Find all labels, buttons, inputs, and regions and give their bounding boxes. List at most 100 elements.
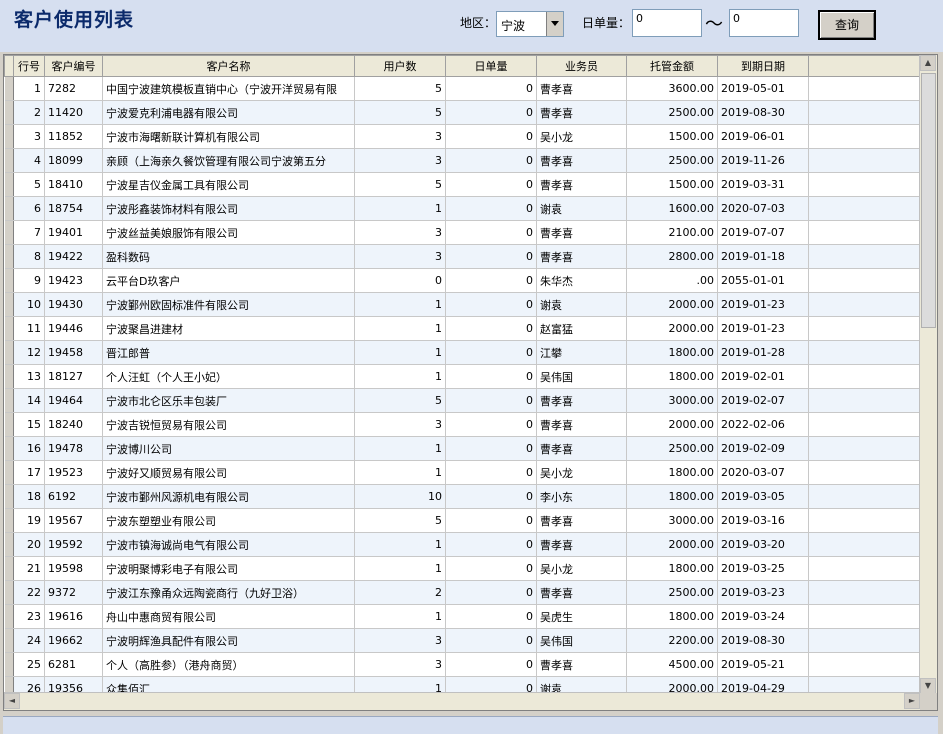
row-selector[interactable] <box>4 316 14 341</box>
row-selector[interactable] <box>4 172 14 197</box>
column-header[interactable]: 到期日期 <box>717 55 809 77</box>
table-cell: 5 <box>354 388 446 413</box>
table-row[interactable]: 8 19422 盈科数码 3 0 曹孝喜 2800.00 2019-01-18 <box>4 244 923 269</box>
table-cell: 1500.00 <box>626 172 718 197</box>
row-selector[interactable] <box>4 436 14 461</box>
table-row[interactable]: 10 19430 宁波鄞州欧固标准件有限公司 1 0 谢袁 2000.00 2019-01-2… <box>4 292 923 317</box>
row-selector[interactable] <box>4 388 14 413</box>
column-header[interactable]: 行号 <box>13 55 45 77</box>
row-filler <box>808 532 923 557</box>
scroll-down-button[interactable]: ▼ <box>920 678 936 694</box>
row-filler <box>808 388 923 413</box>
table-row[interactable]: 1 7282 中国宁波建筑模板直销中心（宁波开洋贸易有限 5 0 曹孝喜 3600.00 20… <box>4 76 923 101</box>
table-cell: 19464 <box>44 388 103 413</box>
scroll-up-button[interactable]: ▲ <box>920 55 936 71</box>
table-row[interactable]: 15 18240 宁波吉锐恒贸易有限公司 3 0 曹孝喜 2000.00 2022-02-06 <box>4 412 923 437</box>
scroll-right-button[interactable]: ► <box>904 693 920 709</box>
table-row[interactable]: 18 6192 宁波市鄞州风源机电有限公司 10 0 李小东 1800.00 2019-03-… <box>4 484 923 509</box>
region-select[interactable]: 宁波 <box>496 11 564 37</box>
table-row[interactable]: 2 11420 宁波爱克利浦电器有限公司 5 0 曹孝喜 2500.00 2019-08-30 <box>4 100 923 125</box>
table-row[interactable]: 22 9372 宁波江东豫甬众远陶瓷商行（九好卫浴） 2 0 曹孝喜 2500.00 2019… <box>4 580 923 605</box>
row-selector[interactable] <box>4 484 14 509</box>
table-row[interactable]: 3 11852 宁波市海曙新联计算机有限公司 3 0 吴小龙 1500.00 2019-06-… <box>4 124 923 149</box>
row-selector[interactable] <box>4 100 14 125</box>
row-filler <box>808 220 923 245</box>
column-header[interactable]: 业务员 <box>536 55 627 77</box>
table-cell: 2019-03-25 <box>717 556 809 581</box>
table-row[interactable]: 9 19423 云平台D玖客户 0 0 朱华杰 .00 2055-01-01 <box>4 268 923 293</box>
column-header[interactable]: 托管金额 <box>626 55 718 77</box>
row-selector[interactable] <box>4 340 14 365</box>
table-cell: 2500.00 <box>626 436 718 461</box>
query-button[interactable]: 查询 <box>818 10 876 40</box>
row-selector[interactable] <box>4 508 14 533</box>
table-row[interactable]: 14 19464 宁波市北仑区乐丰包装厂 5 0 曹孝喜 3000.00 2019-02-07 <box>4 388 923 413</box>
table-row[interactable]: 6 18754 宁波彤鑫装饰材料有限公司 1 0 谢袁 1600.00 2020-07-03 <box>4 196 923 221</box>
table-row[interactable]: 19 19567 宁波东塑塑业有限公司 5 0 曹孝喜 3000.00 2019-03-16 <box>4 508 923 533</box>
table-row[interactable]: 20 19592 宁波市镇海诚尚电气有限公司 1 0 曹孝喜 2000.00 2019-03-… <box>4 532 923 557</box>
table-cell: 0 <box>445 388 537 413</box>
table-cell: 5 <box>354 172 446 197</box>
row-selector[interactable] <box>4 196 14 221</box>
table-row[interactable]: 5 18410 宁波星吉仪金属工具有限公司 5 0 曹孝喜 1500.00 2019-03-3… <box>4 172 923 197</box>
table-cell: 0 <box>445 292 537 317</box>
vertical-scrollbar[interactable]: ▲ ▼ <box>919 55 937 694</box>
daily-to-input[interactable]: 0 <box>729 9 799 37</box>
customer-grid[interactable]: 行号 客户编号 客户名称 用户数 日单量 业务员 托管金额 到期日期 1 7282 中国宁波建筑模… <box>3 54 938 711</box>
table-cell: 1 <box>354 556 446 581</box>
table-row[interactable]: 17 19523 宁波好又顺贸易有限公司 1 0 吴小龙 1800.00 2020-03-07 <box>4 460 923 485</box>
row-selector[interactable] <box>4 148 14 173</box>
table-row[interactable]: 4 18099 亲顾（上海亲久餐饮管理有限公司宁波第五分 3 0 曹孝喜 2500.00 20… <box>4 148 923 173</box>
table-cell: 19422 <box>44 244 103 269</box>
table-row[interactable]: 23 19616 舟山中惠商贸有限公司 1 0 吴虎生 1800.00 2019-03-24 <box>4 604 923 629</box>
table-cell: 舟山中惠商贸有限公司 <box>102 604 355 629</box>
scroll-thumb[interactable] <box>921 73 936 328</box>
table-cell: 2019-02-07 <box>717 388 809 413</box>
row-selector[interactable] <box>4 412 14 437</box>
column-header[interactable]: 客户编号 <box>44 55 103 77</box>
table-row[interactable]: 24 19662 宁波明辉渔具配件有限公司 3 0 吴伟国 2200.00 2019-08-3… <box>4 628 923 653</box>
horizontal-scrollbar[interactable]: ◄ ► <box>4 692 920 710</box>
row-selector[interactable] <box>4 244 14 269</box>
table-cell: 2 <box>354 580 446 605</box>
column-header[interactable]: 客户名称 <box>102 55 355 77</box>
table-row[interactable]: 13 18127 个人汪虹（个人王小妃） 1 0 吴伟国 1800.00 2019-02-01 <box>4 364 923 389</box>
row-filler <box>808 100 923 125</box>
column-header[interactable]: 用户数 <box>354 55 446 77</box>
row-selector[interactable] <box>4 580 14 605</box>
table-cell: 18099 <box>44 148 103 173</box>
table-cell: 宁波聚昌进建材 <box>102 316 355 341</box>
table-cell: 2019-03-05 <box>717 484 809 509</box>
table-cell: 宁波市镇海诚尚电气有限公司 <box>102 532 355 557</box>
table-cell: 19458 <box>44 340 103 365</box>
row-selector[interactable] <box>4 364 14 389</box>
row-selector[interactable] <box>4 556 14 581</box>
region-dropdown-button[interactable] <box>546 12 563 36</box>
table-row[interactable]: 25 6281 个人（高胜参）（港舟商贸） 3 0 曹孝喜 4500.00 2019-05-2… <box>4 652 923 677</box>
table-cell: 2000.00 <box>626 292 718 317</box>
row-selector[interactable] <box>4 604 14 629</box>
row-filler <box>808 172 923 197</box>
table-row[interactable]: 12 19458 晋江郎普 1 0 江攀 1800.00 2019-01-28 <box>4 340 923 365</box>
row-selector[interactable] <box>4 460 14 485</box>
row-selector[interactable] <box>4 532 14 557</box>
row-selector[interactable] <box>4 292 14 317</box>
scroll-left-button[interactable]: ◄ <box>4 693 20 709</box>
table-row[interactable]: 11 19446 宁波聚昌进建材 1 0 赵富猛 2000.00 2019-01-23 <box>4 316 923 341</box>
row-selector[interactable] <box>4 220 14 245</box>
column-header[interactable]: 日单量 <box>445 55 537 77</box>
table-cell: 中国宁波建筑模板直销中心（宁波开洋贸易有限 <box>102 76 355 101</box>
table-cell: 宁波吉锐恒贸易有限公司 <box>102 412 355 437</box>
row-selector[interactable] <box>4 124 14 149</box>
table-row[interactable]: 16 19478 宁波博川公司 1 0 曹孝喜 2500.00 2019-02-09 <box>4 436 923 461</box>
table-row[interactable]: 7 19401 宁波丝益美娘服饰有限公司 3 0 曹孝喜 2100.00 2019-07-07 <box>4 220 923 245</box>
row-selector[interactable] <box>4 628 14 653</box>
table-cell: 22 <box>13 580 45 605</box>
table-cell: 2500.00 <box>626 580 718 605</box>
row-selector[interactable] <box>4 652 14 677</box>
daily-from-input[interactable]: 0 <box>632 9 702 37</box>
row-selector[interactable] <box>4 268 14 293</box>
table-row[interactable]: 21 19598 宁波明聚博彩电子有限公司 1 0 吴小龙 1800.00 2019-03-2… <box>4 556 923 581</box>
toolbar: 客户使用列表 地区： 宁波 日单量： 0 ～ 0 查询 <box>0 0 943 52</box>
row-selector[interactable] <box>4 76 14 101</box>
